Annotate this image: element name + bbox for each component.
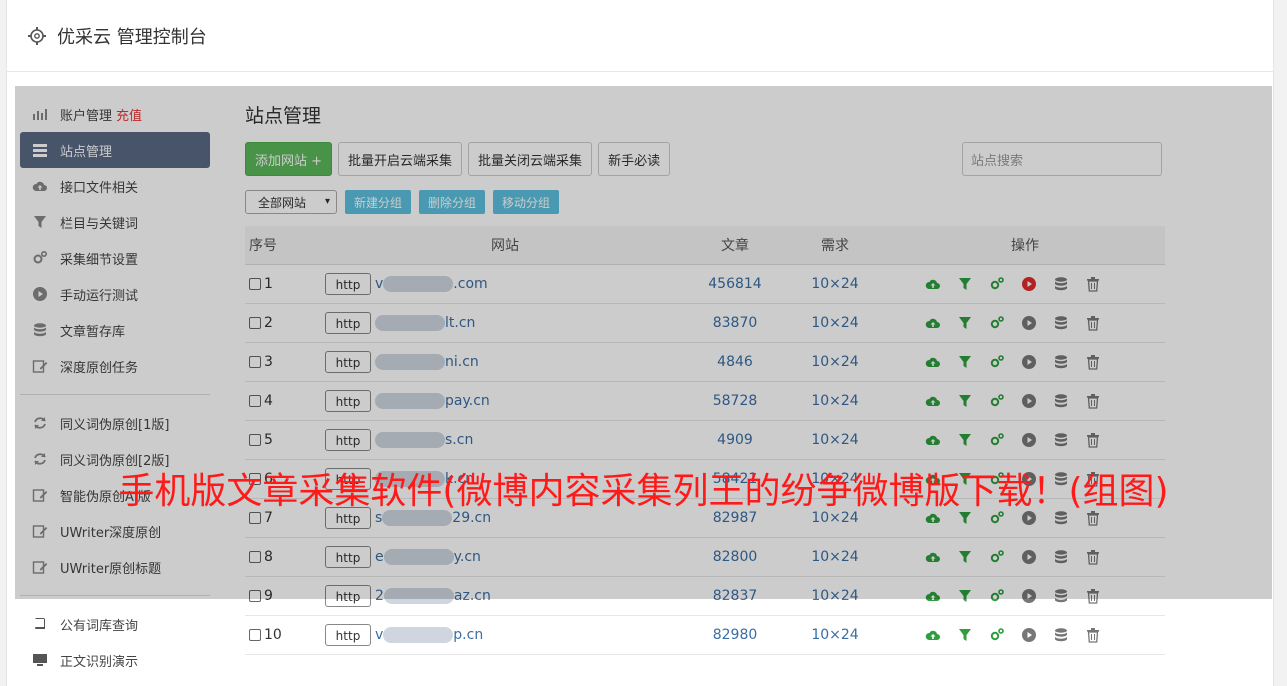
site-link[interactable]: v p.cn xyxy=(375,626,484,643)
row-number: 10 xyxy=(264,626,282,643)
gear-icon xyxy=(28,26,46,45)
need-value[interactable]: 10×24 xyxy=(785,615,885,655)
app-title: 优采云 管理控制台 xyxy=(57,26,207,48)
row-checkbox[interactable] xyxy=(249,628,261,641)
monitor-icon xyxy=(32,652,48,668)
site-suffix: p.cn xyxy=(453,626,484,643)
banner-text: 手机版文章采集软件(微博内容采集列王的纷争微博版下载！(组图) xyxy=(118,471,1169,512)
site-cell: http v p.cn xyxy=(325,615,685,655)
ops-cell xyxy=(885,615,1165,655)
dim-overlay xyxy=(15,86,1272,599)
site-prefix: v xyxy=(375,626,384,643)
play-circle-icon[interactable] xyxy=(1021,627,1037,643)
sidebar-item-label: 正文识别演示 xyxy=(60,654,139,670)
protocol-badge: http xyxy=(325,623,371,646)
redacted-mask xyxy=(383,626,454,643)
book-icon xyxy=(32,616,48,632)
database-icon[interactable] xyxy=(1053,627,1069,643)
cloud-upload-icon[interactable] xyxy=(925,627,941,643)
sidebar-item[interactable]: 公有词库查询 xyxy=(20,606,210,642)
table-row: 10 http v p.cn 82980 10×24 xyxy=(245,615,1165,655)
trash-icon[interactable] xyxy=(1085,627,1101,643)
row-number-cell: 10 xyxy=(245,615,325,655)
filter-icon[interactable] xyxy=(957,627,973,643)
article-count[interactable]: 82980 xyxy=(685,615,785,655)
top-bar: 优采云 管理控制台 xyxy=(7,0,1273,72)
sidebar-item-label: 公有词库查询 xyxy=(60,618,139,634)
gears-icon[interactable] xyxy=(989,627,1005,643)
sidebar-item[interactable]: 正文识别演示 xyxy=(20,642,210,678)
